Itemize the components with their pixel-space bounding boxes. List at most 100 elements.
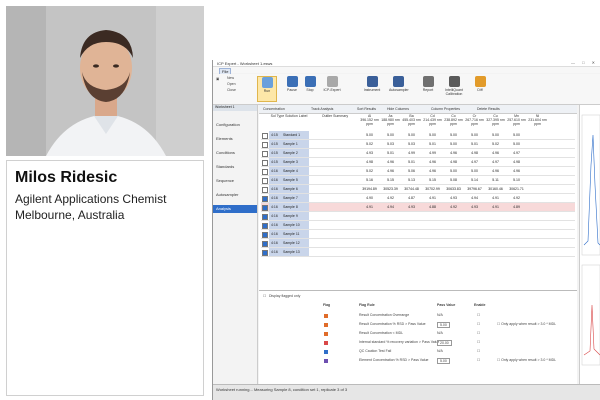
enable-checkbox[interactable]: ☐ — [477, 331, 480, 335]
result-cell[interactable]: 5.00 — [485, 131, 506, 139]
table-row[interactable]: 4:15 Sample 1 5.02 5.03 5.03 5.01 5.00 5.01 5.02… — [261, 140, 575, 149]
result-cell[interactable] — [443, 239, 464, 247]
result-cell[interactable] — [401, 239, 422, 247]
ribbon-button-stop[interactable]: Stop — [301, 76, 319, 92]
result-cell[interactable]: 5.00 — [506, 131, 527, 139]
result-cell[interactable] — [380, 239, 401, 247]
row-checkbox[interactable] — [262, 133, 268, 139]
result-cell[interactable]: 5.00 — [464, 131, 485, 139]
result-cell[interactable]: 4.92 — [380, 194, 401, 202]
result-cell[interactable]: 4.92 — [506, 194, 527, 202]
result-cell[interactable] — [464, 239, 485, 247]
toolbar-column-properties[interactable]: Column Properties — [431, 107, 460, 111]
result-cell[interactable]: 5.14 — [464, 176, 485, 184]
enable-checkbox[interactable]: ☐ — [477, 340, 480, 344]
result-cell[interactable]: 5.02 — [359, 167, 380, 175]
result-cell[interactable]: 4.89 — [506, 203, 527, 211]
result-cell[interactable]: 5.00 — [401, 131, 422, 139]
enable-checkbox[interactable]: ☐ — [477, 322, 480, 326]
result-cell[interactable]: 5.10 — [506, 176, 527, 184]
result-cell[interactable]: 39796.67 — [464, 185, 485, 193]
result-cell[interactable] — [359, 221, 380, 229]
table-row[interactable]: 4:16 Sample 13 — [261, 248, 575, 257]
result-cell[interactable]: 4.93 — [359, 149, 380, 157]
result-cell[interactable]: 5.08 — [443, 176, 464, 184]
result-cell[interactable]: 4.91 — [485, 194, 506, 202]
result-cell[interactable] — [485, 248, 506, 256]
ribbon-button-diff[interactable]: Diff — [471, 76, 489, 92]
result-cell[interactable] — [422, 248, 443, 256]
table-row[interactable]: 4:16 Sample 12 — [261, 239, 575, 248]
result-cell[interactable]: 5.00 — [464, 167, 485, 175]
row-checkbox[interactable] — [262, 187, 268, 193]
row-checkbox[interactable] — [262, 232, 268, 238]
result-cell[interactable] — [443, 230, 464, 238]
result-cell[interactable] — [401, 248, 422, 256]
result-cell[interactable]: 4.93 — [464, 203, 485, 211]
nav-item-sequence[interactable]: Sequence — [213, 177, 257, 185]
result-cell[interactable]: 4.96 — [380, 167, 401, 175]
table-row[interactable]: 4:15 Standard 1 5.00 5.00 5.00 5.00 5.00 5.00 5.… — [261, 131, 575, 140]
result-cell[interactable] — [464, 212, 485, 220]
result-cell[interactable]: 4.91 — [422, 194, 443, 202]
display-flagged-checkbox[interactable]: ☐ — [263, 294, 266, 298]
result-cell[interactable]: 5.01 — [380, 149, 401, 157]
nav-item-autosampler[interactable]: Autosampler — [213, 191, 257, 199]
ribbon-button-run[interactable]: Run — [257, 76, 277, 102]
enable-checkbox[interactable]: ☐ — [477, 313, 480, 317]
table-row[interactable]: 4:16 Sample 7 4.90 4.92 4.87 4.91 4.93 4.94 4.91… — [261, 194, 575, 203]
result-cell[interactable]: 5.00 — [443, 167, 464, 175]
result-cell[interactable]: 4.93 — [443, 194, 464, 202]
result-cell[interactable] — [359, 239, 380, 247]
result-cell[interactable]: 30621.71 — [506, 185, 527, 193]
result-cell[interactable]: 4.96 — [485, 167, 506, 175]
result-cell[interactable]: 4.97 — [506, 149, 527, 157]
result-cell[interactable] — [485, 230, 506, 238]
result-cell[interactable]: 4.88 — [422, 203, 443, 211]
result-cell[interactable] — [506, 212, 527, 220]
new-button[interactable]: New — [227, 76, 234, 80]
row-checkbox[interactable] — [262, 250, 268, 256]
result-cell[interactable] — [443, 248, 464, 256]
table-row[interactable]: 4:16 Sample 6 39194.89 30523.39 30744.48 3070… — [261, 185, 575, 194]
pass-value-field[interactable]: 5.00 — [437, 358, 450, 364]
result-cell[interactable]: 4.96 — [380, 158, 401, 166]
ribbon-button-report[interactable]: Report — [419, 76, 437, 92]
row-checkbox[interactable] — [262, 241, 268, 247]
result-cell[interactable]: 4.94 — [380, 203, 401, 211]
result-cell[interactable] — [401, 212, 422, 220]
result-cell[interactable]: 30633.83 — [443, 185, 464, 193]
row-checkbox[interactable] — [262, 142, 268, 148]
result-cell[interactable]: 5.03 — [401, 140, 422, 148]
result-cell[interactable]: 5.00 — [443, 131, 464, 139]
result-cell[interactable]: 4.97 — [485, 158, 506, 166]
result-cell[interactable]: 4.99 — [422, 149, 443, 157]
result-cell[interactable] — [443, 221, 464, 229]
result-cell[interactable]: 4.96 — [443, 149, 464, 157]
result-cell[interactable] — [380, 221, 401, 229]
result-cell[interactable]: 4.96 — [422, 167, 443, 175]
result-cell[interactable]: 5.11 — [485, 176, 506, 184]
result-cell[interactable]: 5.15 — [422, 176, 443, 184]
ribbon-button-pause[interactable]: Pause — [283, 76, 301, 92]
pass-value-field[interactable]: 20.00 — [437, 340, 452, 346]
ribbon-button-instrument[interactable]: Instrument — [363, 76, 381, 92]
result-cell[interactable]: 4.87 — [401, 194, 422, 202]
toolbar-sort-results[interactable]: Sort Results — [357, 107, 376, 111]
toolbar-hide-columns[interactable]: Hide Columns — [387, 107, 409, 111]
toolbar-concentration[interactable]: Concentration — [263, 107, 285, 111]
enable-checkbox[interactable]: ☐ — [477, 358, 480, 362]
result-cell[interactable]: 4.92 — [443, 203, 464, 211]
result-cell[interactable] — [485, 212, 506, 220]
window-controls[interactable]: — □ ✕ — [571, 60, 598, 65]
result-cell[interactable]: 5.02 — [359, 140, 380, 148]
toolbar-delete-results[interactable]: Delete Results — [477, 107, 500, 111]
nav-item-standards[interactable]: Standards — [213, 163, 257, 171]
table-row[interactable]: 4:16 Sample 4 5.02 4.96 5.06 4.96 5.00 5.00 4.96… — [261, 167, 575, 176]
result-cell[interactable]: 30160.46 — [485, 185, 506, 193]
result-cell[interactable] — [443, 212, 464, 220]
result-cell[interactable]: 4.98 — [359, 158, 380, 166]
result-cell[interactable] — [422, 212, 443, 220]
result-cell[interactable] — [485, 221, 506, 229]
nav-item-configuration[interactable]: Configuration — [213, 121, 257, 129]
